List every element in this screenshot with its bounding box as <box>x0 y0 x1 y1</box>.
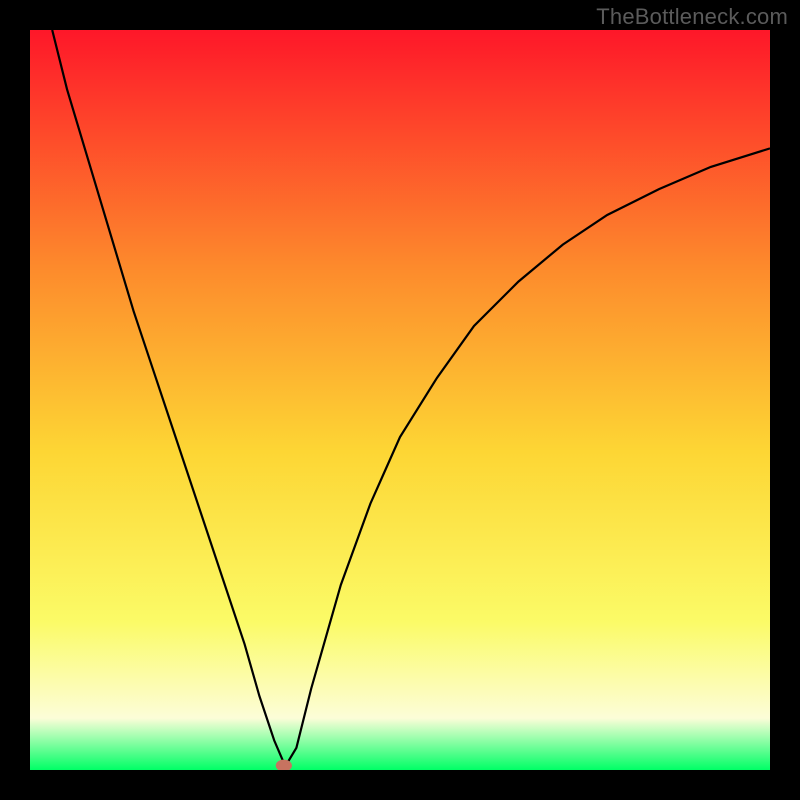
plot-area <box>30 30 770 770</box>
gradient-background <box>30 30 770 770</box>
watermark-text: TheBottleneck.com <box>596 4 788 30</box>
bottleneck-plot-svg <box>30 30 770 770</box>
chart-frame: TheBottleneck.com <box>0 0 800 800</box>
